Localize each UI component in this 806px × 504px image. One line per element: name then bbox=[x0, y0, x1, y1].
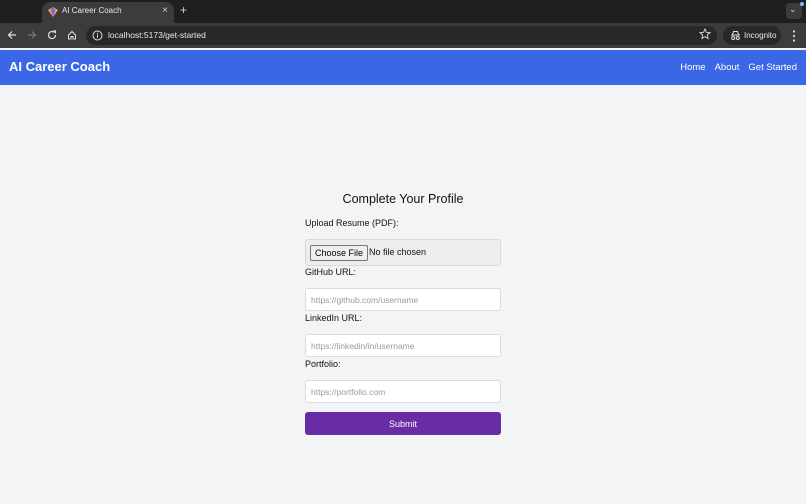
close-tab-icon[interactable]: × bbox=[162, 5, 168, 17]
app-navbar: AI Career Coach Home About Get Started bbox=[0, 50, 806, 85]
linkedin-url-input[interactable] bbox=[305, 334, 501, 357]
home-button[interactable] bbox=[64, 27, 80, 43]
nav-links: Home About Get Started bbox=[680, 62, 797, 73]
address-bar[interactable]: localhost:5173/get-started bbox=[86, 26, 717, 45]
github-label: GitHub URL: bbox=[305, 267, 357, 277]
nav-link-get-started[interactable]: Get Started bbox=[748, 62, 797, 73]
nav-link-about[interactable]: About bbox=[715, 62, 740, 73]
reload-icon bbox=[47, 30, 57, 40]
back-button[interactable] bbox=[4, 27, 20, 43]
brand-logo[interactable]: AI Career Coach bbox=[9, 59, 110, 74]
back-arrow-icon bbox=[7, 31, 16, 39]
resume-file-input[interactable]: Choose File No file chosen bbox=[305, 239, 501, 266]
portfolio-label: Portfolio: bbox=[305, 359, 341, 369]
app-favicon-icon bbox=[48, 7, 58, 17]
file-status-text: No file chosen bbox=[369, 247, 427, 257]
page-title: Complete Your Profile bbox=[342, 192, 464, 206]
incognito-label: Incognito bbox=[744, 31, 777, 40]
incognito-badge[interactable]: Incognito bbox=[723, 26, 781, 45]
browser-tab[interactable]: AI Career Coach × bbox=[42, 2, 174, 23]
browser-tab-bar: AI Career Coach × + ⌄ bbox=[0, 0, 806, 23]
resume-label: Upload Resume (PDF): bbox=[305, 218, 399, 228]
forward-button[interactable] bbox=[24, 27, 40, 43]
tab-title: AI Career Coach bbox=[62, 6, 122, 15]
new-tab-icon[interactable]: + bbox=[180, 4, 187, 16]
browser-toolbar: localhost:5173/get-started Incognito bbox=[0, 23, 806, 48]
nav-link-home[interactable]: Home bbox=[680, 62, 705, 73]
forward-arrow-icon bbox=[28, 31, 37, 39]
portfolio-url-input[interactable] bbox=[305, 380, 501, 403]
site-info-icon[interactable] bbox=[92, 30, 103, 41]
reload-button[interactable] bbox=[44, 27, 60, 43]
notification-dot bbox=[800, 2, 804, 6]
linkedin-label: LinkedIn URL: bbox=[305, 313, 363, 323]
url-text[interactable]: localhost:5173/get-started bbox=[108, 30, 206, 40]
more-options-icon[interactable] bbox=[789, 29, 799, 43]
home-icon bbox=[68, 30, 76, 40]
chevron-down-icon: ⌄ bbox=[789, 4, 797, 14]
github-url-input[interactable] bbox=[305, 288, 501, 311]
submit-button[interactable]: Submit bbox=[305, 412, 501, 435]
choose-file-button[interactable]: Choose File bbox=[310, 245, 369, 261]
bookmark-star-icon[interactable] bbox=[699, 28, 711, 40]
incognito-icon bbox=[731, 31, 740, 40]
